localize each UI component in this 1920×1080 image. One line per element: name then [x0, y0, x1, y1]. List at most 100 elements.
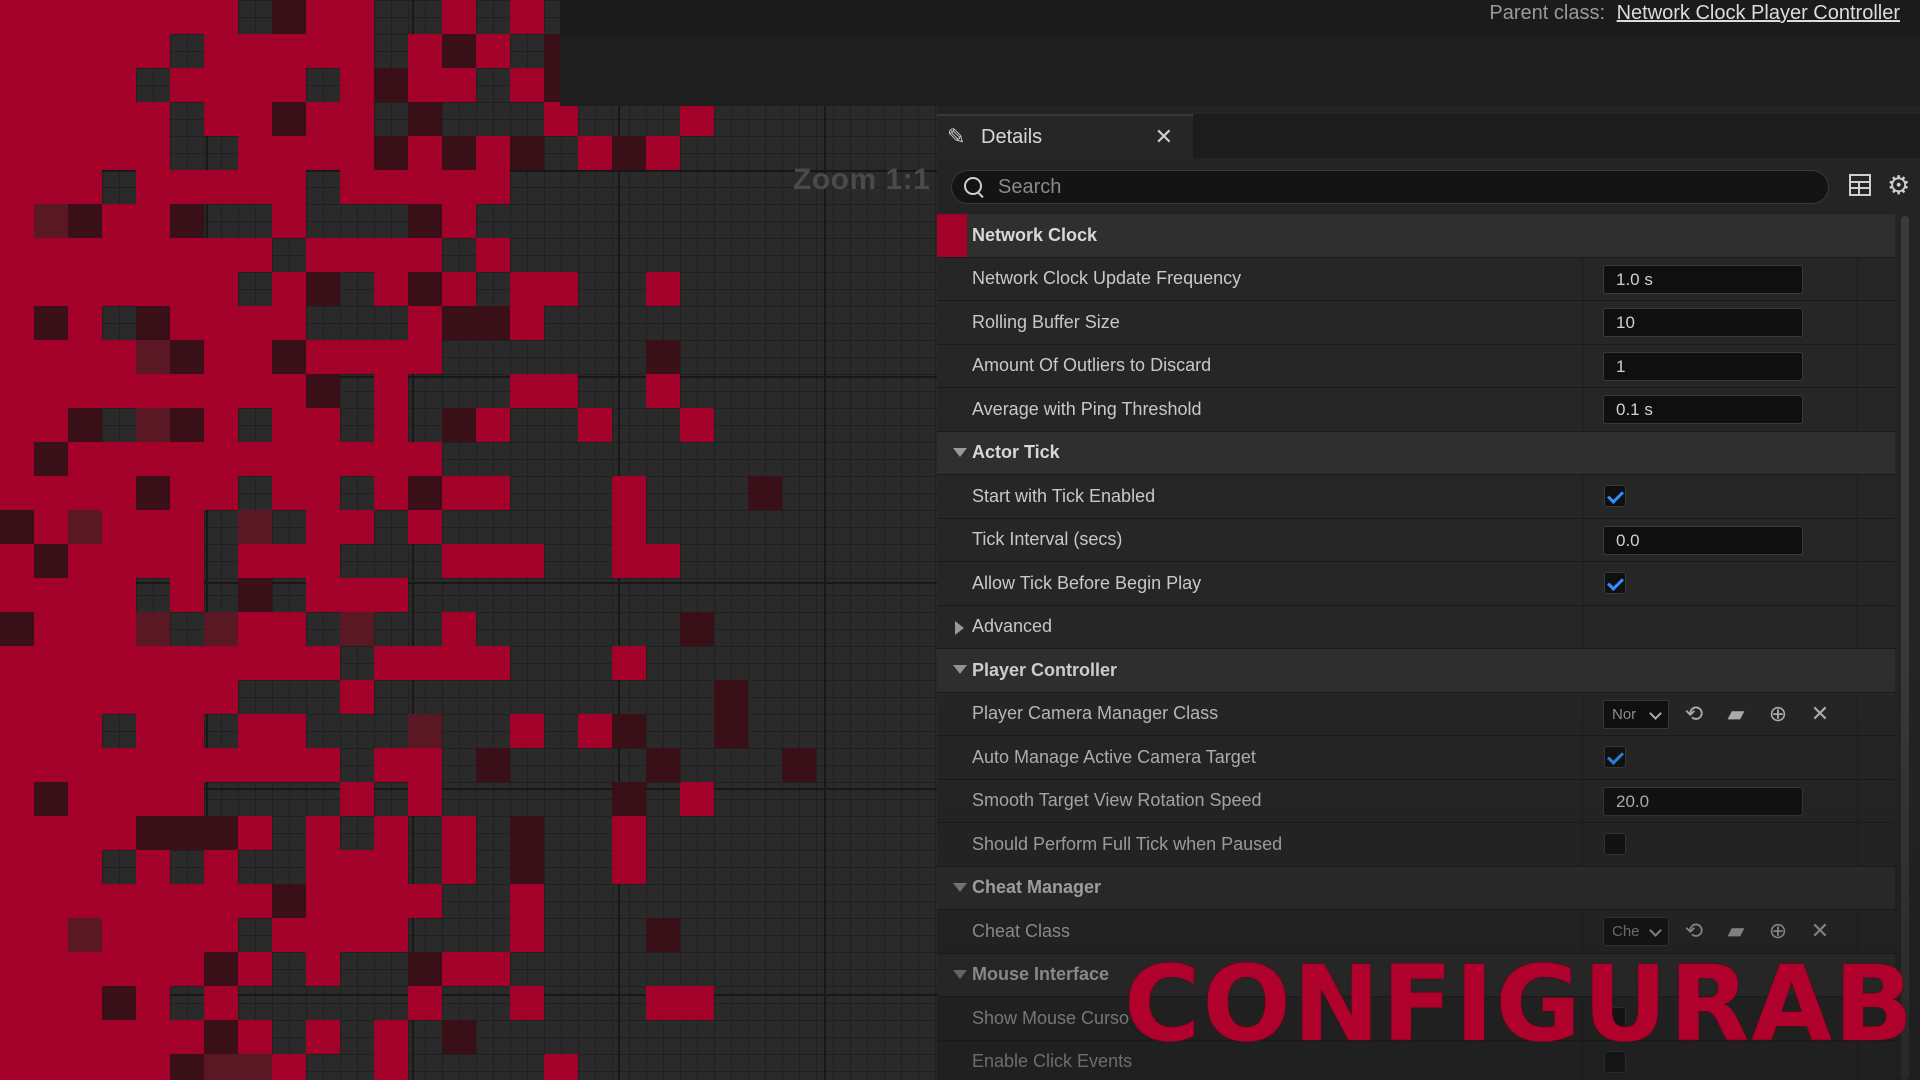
property-row[interactable]: Auto Manage Active Camera Target — [937, 736, 1895, 780]
class-picker[interactable]: Nor — [1603, 699, 1669, 729]
mosaic-tile — [544, 102, 578, 136]
mosaic-tile — [306, 34, 340, 68]
property-row[interactable]: Player Camera Manager Class Nor ⟲ ▰ ⊕ ✕ — [937, 692, 1895, 736]
mosaic-tile — [136, 442, 170, 476]
property-row[interactable]: Amount Of Outliers to Discard 1 — [937, 344, 1895, 388]
category-row[interactable]: Actor Tick — [937, 431, 1895, 475]
mosaic-tile — [170, 204, 204, 238]
property-row[interactable]: Rolling Buffer Size 10 — [937, 301, 1895, 345]
property-row[interactable]: Should Perform Full Tick when Paused — [937, 823, 1895, 867]
clear-icon[interactable]: ✕ — [1807, 701, 1833, 727]
mosaic-tile — [238, 714, 272, 748]
mosaic-tile — [102, 748, 136, 782]
mosaic-tile — [0, 510, 34, 544]
mosaic-tile — [408, 646, 442, 680]
caret-down-icon[interactable] — [953, 969, 967, 979]
mosaic-tile — [0, 0, 34, 34]
toolbar-strip — [560, 38, 1920, 106]
reset-icon[interactable]: ⟲ — [1681, 918, 1707, 944]
search-input[interactable] — [998, 175, 1798, 199]
property-row[interactable]: Tick Interval (secs) 0.0 — [937, 518, 1895, 562]
browse-folder-icon[interactable]: ▰ — [1723, 701, 1749, 727]
mosaic-tile — [34, 714, 68, 748]
mosaic-tile — [408, 272, 442, 306]
mosaic-tile — [136, 102, 170, 136]
gear-icon[interactable]: ⚙ — [1887, 172, 1910, 198]
mosaic-tile — [374, 136, 408, 170]
mosaic-tile — [340, 850, 374, 884]
checkbox[interactable] — [1604, 746, 1626, 768]
table-view-icon[interactable] — [1849, 174, 1871, 196]
graph-canvas[interactable]: Zoom 1:1 — [0, 0, 937, 1080]
value-field[interactable]: 0.0 — [1603, 525, 1803, 555]
mosaic-tile — [340, 782, 374, 816]
value-field[interactable]: 1 — [1603, 351, 1803, 381]
caret-down-icon[interactable] — [953, 665, 967, 674]
mosaic-tile — [102, 340, 136, 374]
mosaic-tile — [170, 578, 204, 612]
mosaic-tile — [272, 544, 306, 578]
property-row[interactable]: Average with Ping Threshold 0.1 s — [937, 388, 1895, 432]
value-field[interactable]: 20.0 — [1603, 786, 1803, 816]
mosaic-tile — [68, 578, 102, 612]
mosaic-tile — [238, 510, 272, 544]
chevron-down-icon — [1649, 924, 1662, 937]
caret-down-icon[interactable] — [953, 882, 967, 892]
mosaic-tile — [68, 646, 102, 680]
category-row[interactable]: Network Clock — [937, 214, 1895, 258]
mosaic-tile — [374, 816, 408, 850]
mosaic-tile — [136, 714, 170, 748]
parent-class-link[interactable]: Network Clock Player Controller — [1617, 2, 1900, 24]
mosaic-tile — [170, 0, 204, 34]
property-row[interactable]: Network Clock Update Frequency 1.0 s — [937, 257, 1895, 301]
value-field[interactable]: 1.0 s — [1603, 264, 1803, 294]
mosaic-tile — [0, 816, 34, 850]
mosaic-tile — [34, 204, 68, 238]
checkbox[interactable] — [1604, 485, 1626, 507]
mosaic-tile — [68, 442, 102, 476]
clear-icon[interactable]: ✕ — [1807, 918, 1833, 944]
value-field[interactable]: 0.1 s — [1603, 395, 1803, 424]
property-row[interactable]: Allow Tick Before Begin Play — [937, 562, 1895, 606]
mosaic-tile — [136, 748, 170, 782]
locate-icon[interactable]: ⊕ — [1765, 701, 1791, 727]
class-picker[interactable]: Che — [1603, 917, 1669, 946]
mosaic-tile — [68, 1054, 102, 1080]
property-row[interactable]: Start with Tick Enabled — [937, 475, 1895, 519]
mosaic-tile — [646, 918, 680, 952]
mosaic-tile — [102, 884, 136, 918]
tab-details[interactable]: ✎ Details ✕ — [937, 114, 1193, 158]
close-icon[interactable]: ✕ — [1155, 124, 1173, 150]
checkbox[interactable] — [1604, 572, 1626, 594]
category-row[interactable]: Cheat Manager — [937, 866, 1895, 910]
mosaic-tile — [170, 510, 204, 544]
mosaic-tile — [68, 680, 102, 714]
reset-icon[interactable]: ⟲ — [1681, 701, 1707, 727]
mosaic-tile — [0, 306, 34, 340]
mosaic-tile — [272, 884, 306, 918]
mosaic-tile — [102, 816, 136, 850]
category-row[interactable]: Player Controller — [937, 649, 1895, 693]
mosaic-tile — [612, 816, 646, 850]
property-row[interactable]: Smooth Target View Rotation Speed 20.0 — [937, 779, 1895, 823]
mosaic-tile — [238, 340, 272, 374]
mosaic-tile — [612, 476, 646, 510]
property-row[interactable]: Advanced — [937, 605, 1895, 649]
mosaic-tile — [170, 782, 204, 816]
mosaic-tile — [34, 748, 68, 782]
mosaic-tile — [238, 102, 272, 136]
property-label: Should Perform Full Tick when Paused — [972, 833, 1283, 854]
mosaic-tile — [306, 1020, 340, 1054]
browse-folder-icon[interactable]: ▰ — [1723, 918, 1749, 944]
caret-right-icon[interactable] — [955, 620, 964, 635]
search-box[interactable] — [951, 170, 1829, 204]
mosaic-tile — [408, 238, 442, 272]
mosaic-tile — [612, 136, 646, 170]
caret-down-icon[interactable] — [953, 447, 967, 457]
mosaic-tile — [204, 0, 238, 34]
locate-icon[interactable]: ⊕ — [1765, 918, 1791, 944]
value-field[interactable]: 10 — [1603, 308, 1803, 337]
checkbox[interactable] — [1604, 833, 1626, 855]
mosaic-tile — [272, 442, 306, 476]
mosaic-tile — [0, 442, 34, 476]
